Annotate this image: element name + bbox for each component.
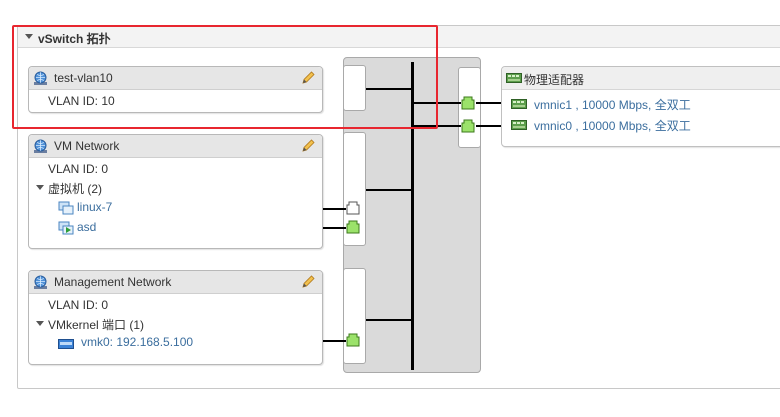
port-group-management-network: Management Network VLAN ID: 0 VMkernel 端… — [28, 270, 323, 365]
port-green-icon — [346, 333, 360, 347]
edit-pencil-icon[interactable] — [300, 138, 316, 154]
panel-header[interactable]: vSwitch 拓扑 — [18, 26, 780, 48]
wire-linux-7 — [322, 208, 346, 210]
vlan-id-label: VLAN ID: 0 — [48, 162, 109, 176]
uplink-port-green-icon — [461, 96, 475, 110]
wire-vmnic1 — [476, 102, 501, 104]
network-globe-icon — [33, 139, 48, 154]
wire-vmnic0 — [476, 125, 501, 127]
vmkernel-nic-icon — [58, 339, 74, 349]
panel-title: vSwitch 拓扑 — [38, 32, 111, 46]
port-group-header: VM Network — [29, 135, 322, 158]
edit-pencil-icon[interactable] — [300, 70, 316, 86]
vlan-id-label: VLAN ID: 10 — [48, 94, 115, 108]
port-group-header: test-vlan10 — [29, 67, 322, 90]
vm-running-icon — [58, 221, 74, 235]
switch-backbone — [411, 62, 414, 370]
wire-asd — [322, 227, 346, 229]
wire-uplink-2 — [414, 125, 461, 127]
nic-icon — [511, 120, 527, 130]
port-group-name: Management Network — [54, 275, 172, 289]
vm-link-asd[interactable]: asd — [77, 220, 96, 234]
port-white-icon — [346, 201, 360, 215]
network-globe-icon — [33, 275, 48, 290]
uplink-port-green-icon — [461, 119, 475, 133]
vm-link-linux-7[interactable]: linux-7 — [77, 200, 112, 214]
collapse-icon[interactable] — [25, 34, 33, 39]
physical-adapters-title: 物理适配器 — [524, 73, 585, 87]
wire-vm-network — [366, 189, 411, 191]
vmnic-link[interactable]: vmnic1 , 10000 Mbps, 全双工 — [534, 96, 691, 113]
physical-adapters-header: 物理适配器 — [502, 67, 780, 90]
port-group-name: test-vlan10 — [54, 71, 113, 85]
nic-icon — [506, 73, 522, 83]
expand-icon[interactable] — [36, 321, 44, 326]
vlan-id-label: VLAN ID: 0 — [48, 298, 109, 312]
vm-section-label: 虚拟机 (2) — [48, 182, 103, 196]
vmkernel-link-vmk0[interactable]: vmk0: 192.168.5.100 — [81, 335, 193, 349]
wire-test-vlan10 — [366, 88, 411, 90]
port-group-test-vlan10: test-vlan10 VLAN ID: 10 — [28, 66, 323, 113]
edit-pencil-icon[interactable] — [300, 274, 316, 290]
port-group-header: Management Network — [29, 271, 322, 294]
wire-vmk0 — [322, 340, 346, 342]
vm-icon — [58, 201, 74, 215]
wire-uplink-1 — [414, 102, 461, 104]
expand-icon[interactable] — [36, 185, 44, 190]
vmnic-link[interactable]: vmnic0 , 10000 Mbps, 全双工 — [534, 117, 691, 134]
switch-port-group-test-vlan10 — [343, 65, 366, 111]
wire-management — [366, 319, 411, 321]
vmkernel-section-label: VMkernel 端口 (1) — [48, 318, 145, 332]
nic-icon — [511, 99, 527, 109]
port-group-name: VM Network — [54, 139, 120, 153]
physical-adapters-box: 物理适配器 vmnic1 , 10000 Mbps, 全双工 vmnic0 , … — [501, 66, 780, 147]
port-group-vm-network: VM Network VLAN ID: 0 虚拟机 (2) linux-7 as… — [28, 134, 323, 249]
switch-port-group-management — [343, 268, 366, 364]
network-globe-icon — [33, 71, 48, 86]
port-green-icon — [346, 220, 360, 234]
